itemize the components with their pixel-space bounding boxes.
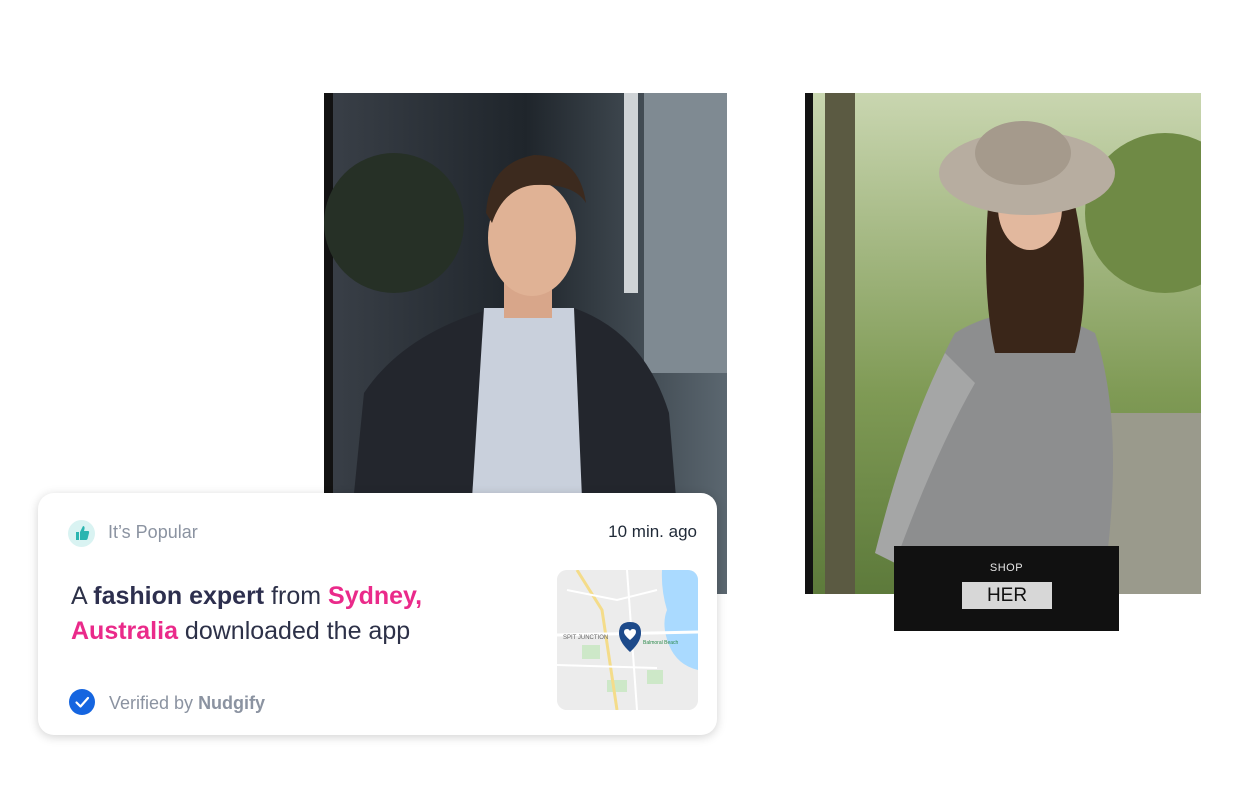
message-prefix: A: [71, 582, 94, 610]
map-label-junction: SPIT JUNCTION: [563, 635, 608, 641]
model-photo-woman: [805, 93, 1201, 594]
shop-her-panel: SHOP HER: [894, 546, 1119, 631]
location-map: SPIT JUNCTION Balmoral Beach: [557, 570, 698, 710]
notification-timestamp: 10 min. ago: [608, 522, 697, 541]
notification-message: A fashion expert from Sydney, Australia …: [71, 579, 511, 649]
verified-brand: Nudgify: [198, 693, 266, 713]
check-circle-icon: [69, 689, 95, 715]
shop-kicker-label: SHOP: [989, 562, 1024, 574]
message-middle: from: [264, 582, 329, 610]
thumbs-up-icon: [68, 520, 95, 547]
verified-prefix: Verified by: [109, 693, 199, 713]
map-label-beach: Balmoral Beach: [643, 640, 679, 646]
notification-category-label: It’s Popular: [108, 522, 198, 542]
message-suffix: downloaded the app: [177, 617, 411, 645]
verified-by-label: Verified by Nudgify: [109, 693, 265, 714]
message-person: fashion expert: [93, 582, 265, 610]
shop-her-button[interactable]: HER: [962, 582, 1052, 609]
social-proof-notification[interactable]: It’s Popular 10 min. ago A fashion exper…: [38, 493, 717, 735]
